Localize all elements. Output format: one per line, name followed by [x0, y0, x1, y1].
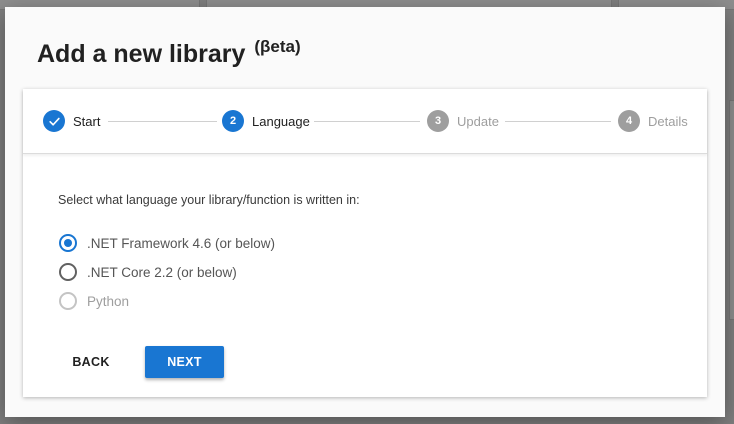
stepper-header: Start 2 Language 3 Update 4 Details: [23, 89, 707, 154]
step-update-label: Update: [457, 113, 499, 129]
dialog-title-text: Add a new library: [37, 40, 246, 68]
background-card: [729, 100, 734, 320]
step-start[interactable]: Start: [43, 109, 100, 133]
dialog-title: Add a new library (βeta): [37, 37, 301, 69]
add-library-dialog: Add a new library (βeta) Start 2 Languag…: [5, 7, 725, 417]
step-connector: [108, 121, 217, 122]
radio-option-net-framework[interactable]: .NET Framework 4.6 (or below): [59, 233, 275, 253]
step-language-label: Language: [252, 113, 310, 129]
step-connector: [505, 121, 611, 122]
radio-label: Python: [87, 293, 130, 309]
step-update[interactable]: 3 Update: [427, 109, 499, 133]
radio-button[interactable]: [59, 263, 77, 281]
step-details-label: Details: [648, 113, 688, 129]
back-button[interactable]: BACK: [63, 346, 119, 378]
radio-button-disabled: [59, 292, 77, 310]
radio-option-python: Python: [59, 291, 129, 311]
step-connector: [314, 121, 420, 122]
next-button[interactable]: NEXT: [145, 346, 224, 378]
step-details-number: 4: [618, 110, 640, 132]
step-language-number: 2: [222, 110, 244, 132]
radio-option-net-core[interactable]: .NET Core 2.2 (or below): [59, 262, 237, 282]
radio-label: .NET Framework 4.6 (or below): [87, 235, 276, 251]
check-icon: [48, 117, 60, 126]
step-details[interactable]: 4 Details: [618, 109, 688, 133]
radio-button-checked[interactable]: [59, 234, 77, 252]
step-start-indicator: [43, 110, 65, 132]
radio-label: .NET Core 2.2 (or below): [87, 264, 237, 280]
step-update-number: 3: [427, 110, 449, 132]
beta-badge: (βeta): [254, 37, 301, 56]
step-language[interactable]: 2 Language: [222, 109, 310, 133]
stepper-card: Start 2 Language 3 Update 4 Details Sele…: [23, 89, 707, 397]
step-start-label: Start: [73, 113, 101, 129]
language-prompt: Select what language your library/functi…: [58, 193, 360, 207]
